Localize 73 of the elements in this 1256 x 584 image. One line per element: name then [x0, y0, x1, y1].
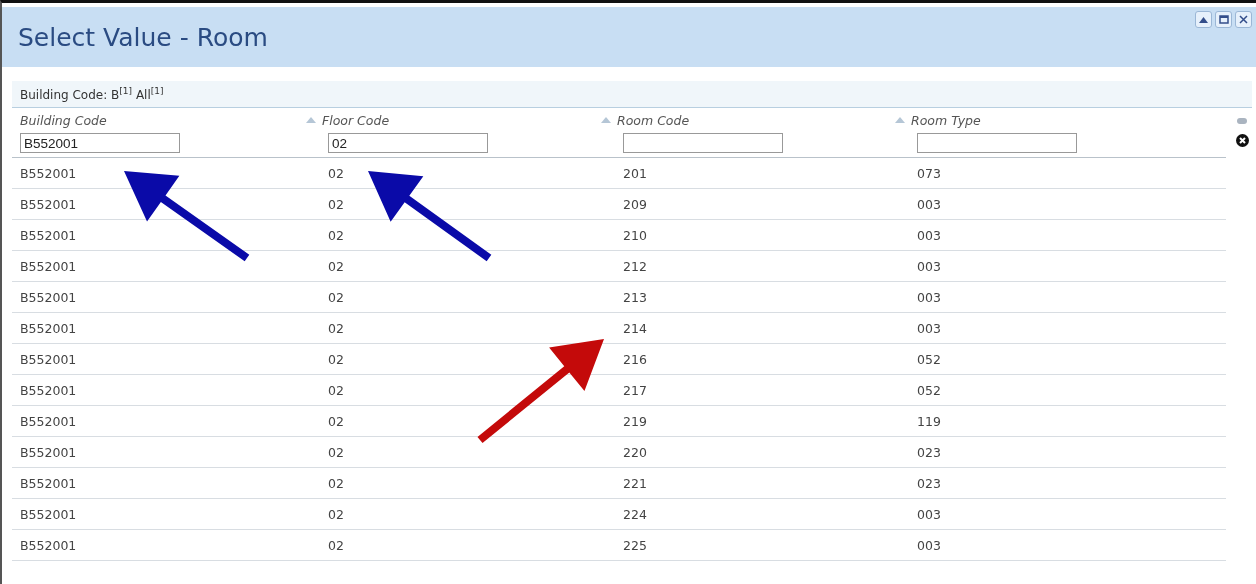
table-cell: B552001	[20, 413, 77, 429]
table-cell: 003	[917, 537, 941, 553]
table-cell: 003	[917, 196, 941, 212]
table-cell: 225	[623, 537, 647, 553]
table-cell: 02	[328, 475, 344, 491]
column-header[interactable]: Room Code	[617, 112, 690, 128]
table-cell: 003	[917, 506, 941, 522]
table-cell: 02	[328, 537, 344, 553]
triangle-up-icon	[1199, 16, 1208, 23]
filter-field[interactable]	[623, 133, 783, 153]
column-header[interactable]: Floor Code	[322, 112, 390, 128]
table-cell: 052	[917, 351, 941, 367]
table-cell: B552001	[20, 506, 77, 522]
table-cell: B552001	[20, 475, 77, 491]
table-cell: 209	[623, 196, 647, 212]
table-cell: 023	[917, 444, 941, 460]
table-cell: 003	[917, 320, 941, 336]
table-cell: 003	[917, 289, 941, 305]
close-button[interactable]	[1235, 11, 1252, 28]
filter-field[interactable]: B552001	[20, 133, 180, 153]
table-cell: 219	[623, 413, 647, 429]
minimize-icon[interactable]	[1237, 118, 1247, 124]
table-cell: B552001	[20, 537, 77, 553]
table-cell: 119	[917, 413, 941, 429]
table-cell: 220	[623, 444, 647, 460]
table-cell: 216	[623, 351, 647, 367]
sort-icon[interactable]	[306, 117, 316, 123]
filter-field[interactable]	[917, 133, 1077, 153]
table-cell: 052	[917, 382, 941, 398]
close-icon	[1239, 15, 1248, 24]
table-cell: 02	[328, 320, 344, 336]
table-cell: 221	[623, 475, 647, 491]
table-cell: 02	[328, 289, 344, 305]
sort-icon[interactable]	[601, 117, 611, 123]
table-cell: 023	[917, 475, 941, 491]
table-cell: 02	[328, 227, 344, 243]
table-cell: 02	[328, 506, 344, 522]
table-cell: B552001	[20, 289, 77, 305]
table-cell: B552001	[20, 196, 77, 212]
table-cell: 02	[328, 196, 344, 212]
maximize-button[interactable]	[1215, 11, 1232, 28]
sort-icon[interactable]	[895, 117, 905, 123]
table-cell: 212	[623, 258, 647, 274]
window-title: Select Value - Room	[18, 22, 268, 52]
collapse-button[interactable]	[1195, 11, 1212, 28]
table-cell: 217	[623, 382, 647, 398]
table-cell: 003	[917, 227, 941, 243]
table-cell: B552001	[20, 351, 77, 367]
column-header[interactable]: Room Type	[911, 112, 981, 128]
clear-filter-icon[interactable]	[1235, 134, 1249, 147]
table-cell: 02	[328, 382, 344, 398]
table-cell: B552001	[20, 165, 77, 181]
table-cell: 02	[328, 351, 344, 367]
table-cell: 02	[328, 444, 344, 460]
table-cell: B552001	[20, 320, 77, 336]
table-cell: 214	[623, 320, 647, 336]
maximize-icon	[1218, 15, 1229, 24]
table-cell: B552001	[20, 227, 77, 243]
table-cell: 02	[328, 165, 344, 181]
table-cell: B552001	[20, 258, 77, 274]
table-cell: 003	[917, 258, 941, 274]
table-cell: 02	[328, 413, 344, 429]
table-cell: 201	[623, 165, 647, 181]
table-cell: 213	[623, 289, 647, 305]
filter-summary: Building Code: B$^{[1]}$ All$^{[1]}$	[20, 86, 164, 102]
table-cell: 02	[328, 258, 344, 274]
table-cell: B552001	[20, 444, 77, 460]
table-cell: 224	[623, 506, 647, 522]
filter-field[interactable]: 02	[328, 133, 488, 153]
table-cell: 210	[623, 227, 647, 243]
column-header[interactable]: Building Code	[20, 112, 107, 128]
table-cell: 073	[917, 165, 941, 181]
table-cell: B552001	[20, 382, 77, 398]
